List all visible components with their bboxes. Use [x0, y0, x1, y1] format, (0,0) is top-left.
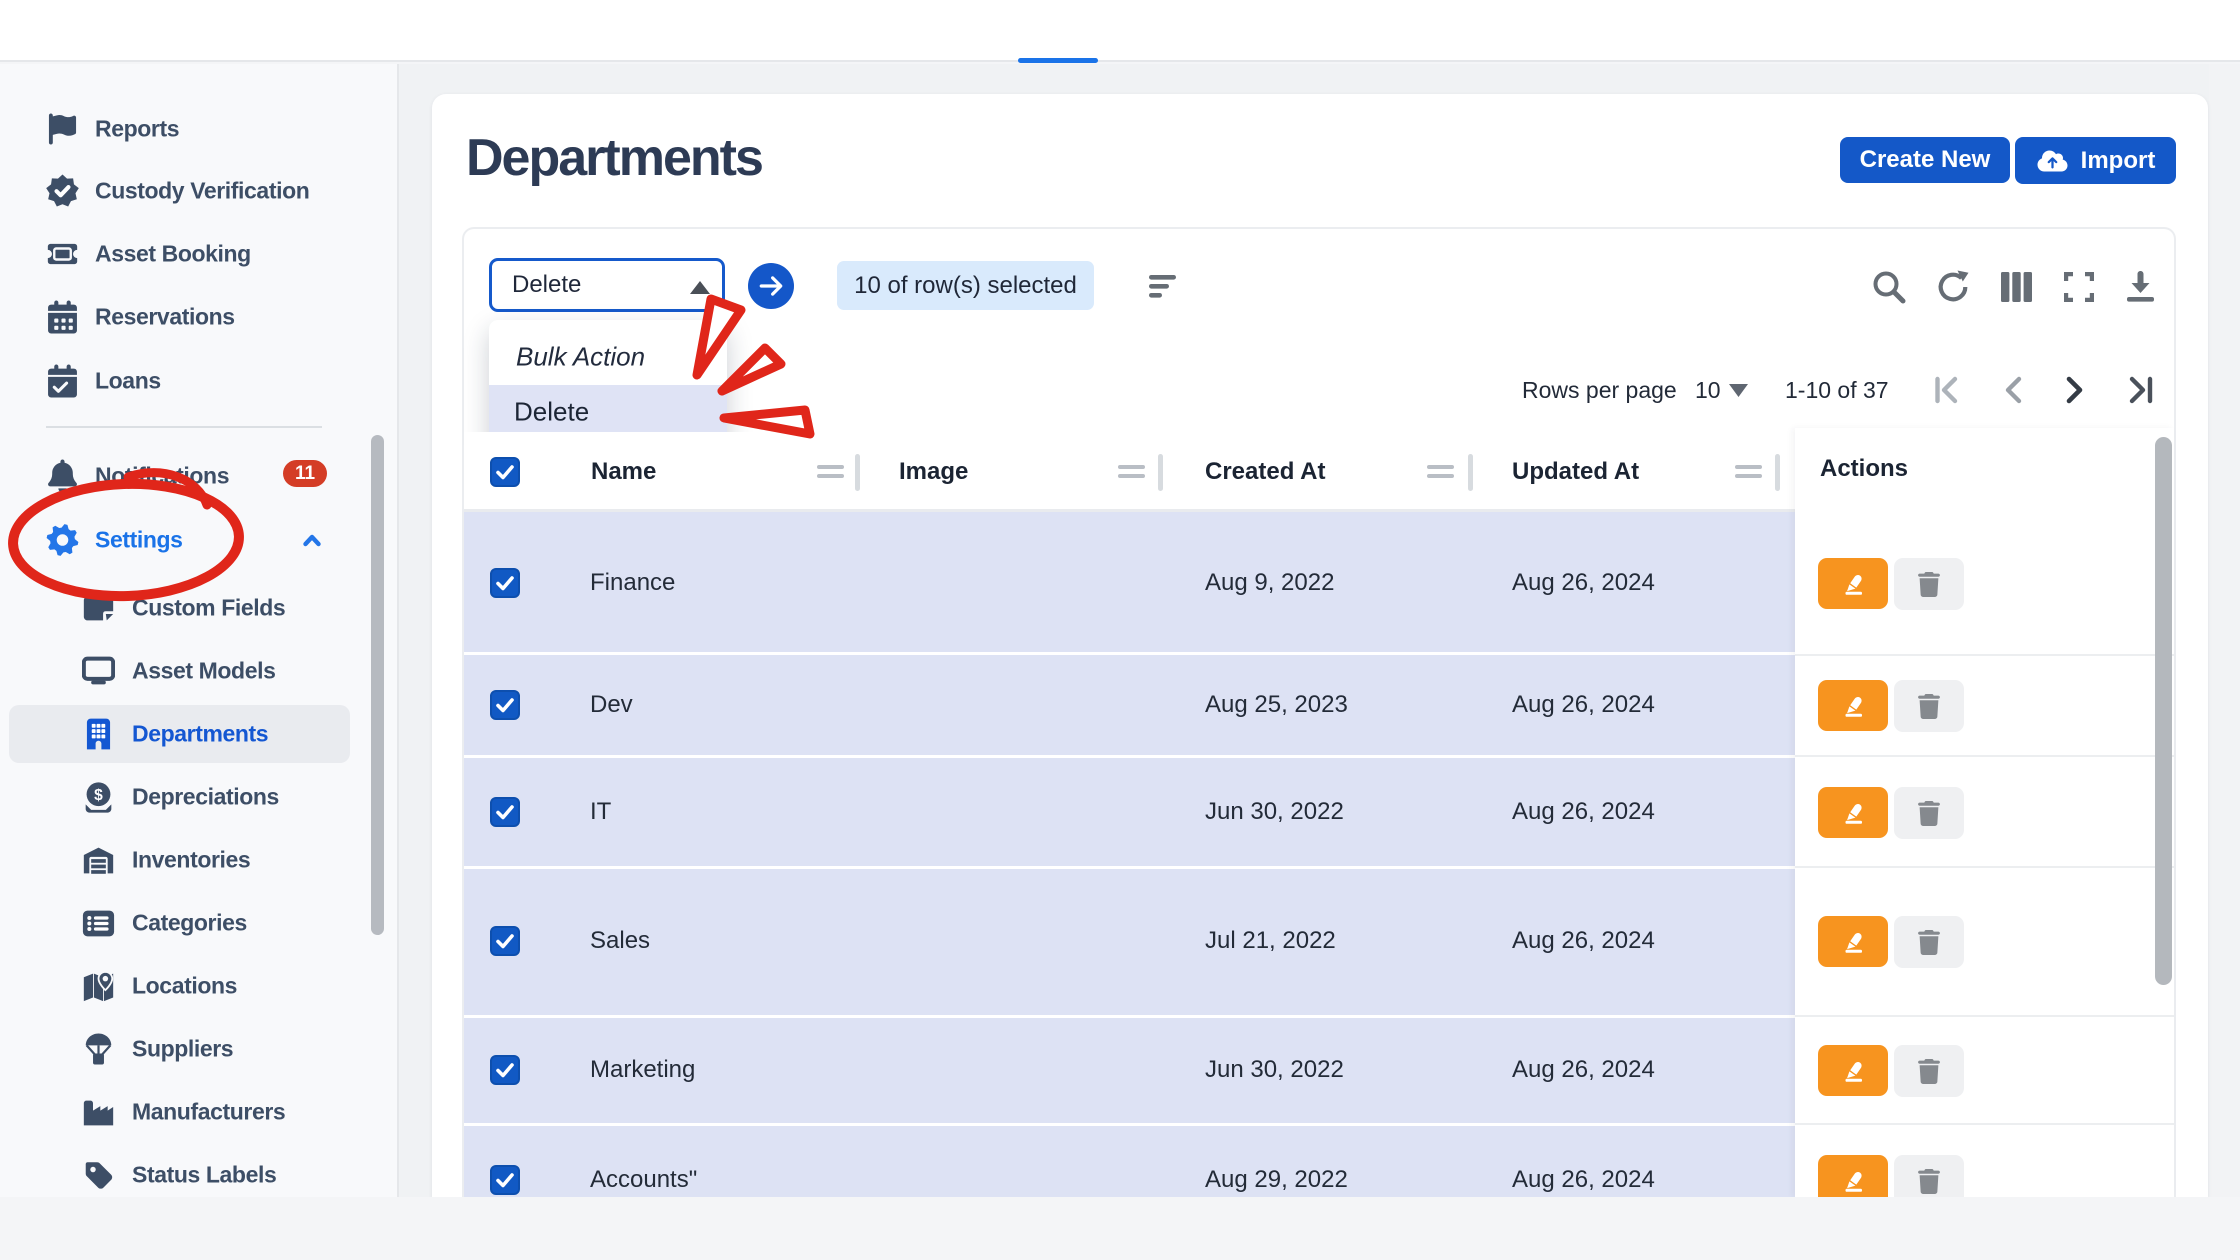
svg-text:$: $ — [94, 787, 103, 804]
